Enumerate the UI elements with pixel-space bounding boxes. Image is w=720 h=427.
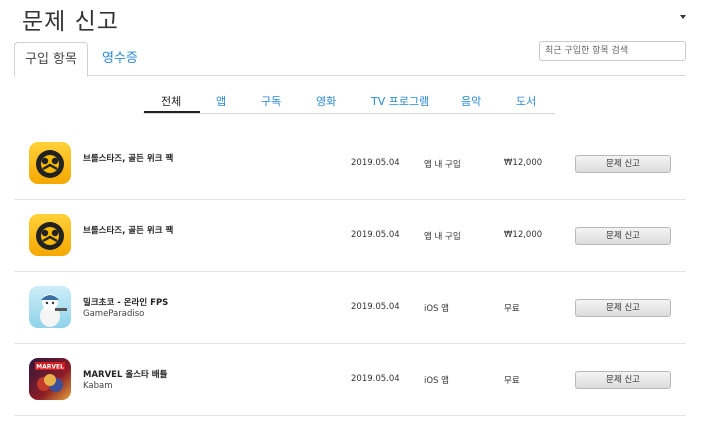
app-developer: Kabam [83,381,113,391]
search-input[interactable] [539,41,686,61]
purchase-date: 2019.05.04 [351,374,400,384]
purchase-type: iOS 앱 [424,304,449,314]
marvel-icon: MARVEL [29,358,71,400]
app-name: MARVEL 올스타 배틀 [83,370,168,380]
filter-tv-shows[interactable]: TV 프로그램 [371,93,429,109]
purchase-price: ₩12,000 [504,158,543,168]
purchase-row: 브롤스타즈, 골든 위크 팩 2019.05.04 앱 내 구입 ₩12,000… [14,128,686,200]
page-title: 문제 신고 [22,9,119,35]
purchase-row: 브롤스타즈, 골든 위크 팩 2019.05.04 앱 내 구입 ₩12,000… [14,200,686,272]
purchase-price: 무료 [504,376,520,386]
brawl-stars-icon [29,214,71,256]
filter-apps[interactable]: 앱 [216,93,226,109]
report-problem-button[interactable]: 문제 신고 [575,299,671,317]
tab-purchases[interactable]: 구입 항목 [14,42,88,77]
filter-music[interactable]: 음악 [461,93,481,109]
purchase-date: 2019.05.04 [351,230,400,240]
purchase-type: 앱 내 구입 [424,232,461,242]
report-problem-button[interactable]: 문제 신고 [575,155,671,173]
milkchoco-icon [29,286,71,328]
purchase-type: iOS 앱 [424,376,449,386]
purchase-date: 2019.05.04 [351,158,400,168]
app-name: 브롤스타즈, 골든 위크 팩 [83,154,174,164]
filter-subscriptions[interactable]: 구독 [261,93,281,109]
purchase-row: 밀크초코 - 온라인 FPS GameParadiso 2019.05.04 i… [14,272,686,344]
app-name: 밀크초코 - 온라인 FPS [83,298,169,308]
account-dropdown-caret-icon[interactable] [680,15,686,19]
report-problem-button[interactable]: 문제 신고 [575,371,671,389]
purchase-type: 앱 내 구입 [424,160,461,170]
tab-receipts[interactable]: 영수증 [92,42,148,77]
purchase-date: 2019.05.04 [351,302,400,312]
svg-text:MARVEL: MARVEL [36,364,64,371]
filter-all[interactable]: 전체 [161,93,181,109]
purchase-price: 무료 [504,304,520,314]
brawl-stars-icon [29,142,71,184]
purchase-price: ₩12,000 [504,230,543,240]
app-developer: GameParadiso [83,309,145,319]
purchase-row: MARVEL MARVEL 올스타 배틀 Kabam 2019.05.04 iO… [14,344,686,416]
purchase-list: 브롤스타즈, 골든 위크 팩 2019.05.04 앱 내 구입 ₩12,000… [14,128,686,416]
active-filter-underline [144,111,200,113]
report-problem-button[interactable]: 문제 신고 [575,227,671,245]
filter-books[interactable]: 도서 [516,93,536,109]
app-name: 브롤스타즈, 골든 위크 팩 [83,226,174,236]
category-filter-bar: 전체 앱 구독 영화 TV 프로그램 음악 도서 [143,88,555,114]
filter-movies[interactable]: 영화 [316,93,336,109]
